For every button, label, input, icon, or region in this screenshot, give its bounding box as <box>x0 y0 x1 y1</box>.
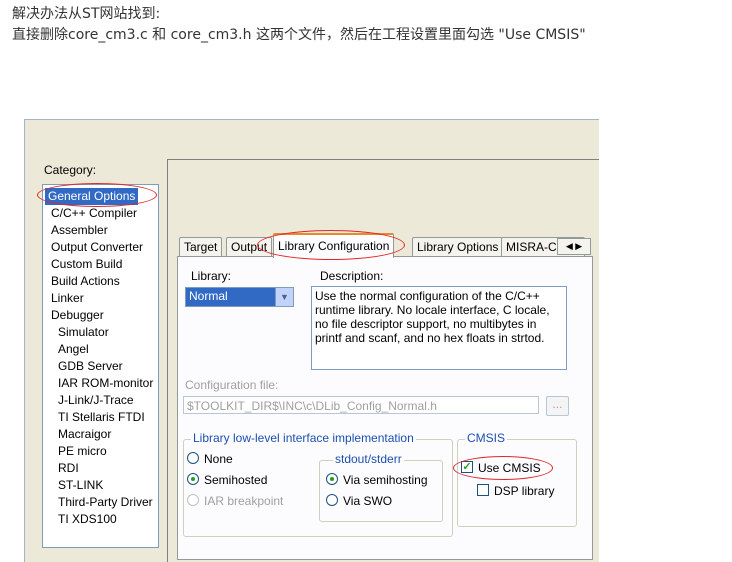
chevron-down-icon[interactable]: ▼ <box>275 288 293 306</box>
tab-strip: Target Output Library Configuration Libr… <box>179 233 589 258</box>
description-label: Description: <box>320 269 384 283</box>
category-item-debugger[interactable]: Debugger <box>51 307 104 324</box>
tab-library-options[interactable]: Library Options <box>412 237 504 257</box>
category-item-simulator[interactable]: Simulator <box>58 324 109 341</box>
category-item-output-converter[interactable]: Output Converter <box>51 239 143 256</box>
category-item-pe-micro[interactable]: PE micro <box>58 443 107 460</box>
library-select[interactable]: Normal ▼ <box>185 287 294 307</box>
config-file-label: Configuration file: <box>185 378 279 392</box>
radio-via-swo-button[interactable] <box>326 494 338 506</box>
intro-text: 解决办法从ST网站找到: 直接删除core_cm3.c 和 core_cm3.h… <box>12 4 586 46</box>
category-item-ti-stellaris-ftdi[interactable]: TI Stellaris FTDI <box>58 409 145 426</box>
radio-iar-breakpoint-button <box>187 494 199 506</box>
tab-target[interactable]: Target <box>179 237 223 257</box>
category-item-jlink-jtrace[interactable]: J-Link/J-Trace <box>58 392 134 409</box>
library-label: Library: <box>191 269 232 283</box>
radio-semihosted-button[interactable] <box>187 473 199 485</box>
category-item-linker[interactable]: Linker <box>51 290 84 307</box>
use-cmsis-check-icon[interactable]: ✓ <box>461 461 473 473</box>
stdout-group <box>319 460 443 522</box>
category-item-st-link[interactable]: ST-LINK <box>58 477 103 494</box>
category-item-ti-xds100[interactable]: TI XDS100 <box>58 511 117 528</box>
radio-via-swo-label: Via SWO <box>343 494 393 508</box>
category-item-custom-build[interactable]: Custom Build <box>51 256 122 273</box>
intro-line-1: 解决办法从ST网站找到: <box>12 6 161 22</box>
category-item-third-party-driver[interactable]: Third-Party Driver <box>58 494 153 511</box>
options-dialog-screenshot: Category: General Options C/C++ Compiler… <box>24 119 599 562</box>
cmsis-group-label: CMSIS <box>465 431 508 445</box>
lowlevel-group-label: Library low-level interface implementati… <box>191 431 416 445</box>
tab-output[interactable]: Output <box>226 237 273 257</box>
tab-scroll-arrows[interactable]: ◀ ▶ <box>557 238 591 255</box>
category-item-c-cpp-compiler[interactable]: C/C++ Compiler <box>51 205 137 222</box>
config-file-browse-button[interactable]: ... <box>546 396 569 416</box>
radio-none-button[interactable] <box>187 452 199 464</box>
category-item-angel[interactable]: Angel <box>58 341 89 358</box>
category-list[interactable]: General Options C/C++ Compiler Assembler… <box>42 184 159 548</box>
radio-none-label: None <box>204 452 233 466</box>
category-label: Category: <box>44 163 97 177</box>
description-box: Use the normal configuration of the C/C+… <box>311 286 567 370</box>
library-select-value: Normal <box>189 289 228 303</box>
dsp-library-label: DSP library <box>494 484 555 498</box>
category-item-rdi[interactable]: RDI <box>58 460 79 477</box>
config-file-input[interactable]: $TOOLKIT_DIR$\INC\c\DLib_Config_Normal.h <box>183 396 539 414</box>
dsp-library-check-box[interactable] <box>477 484 489 496</box>
radio-via-semihosting-label: Via semihosting <box>343 473 428 487</box>
radio-via-semihosting-button[interactable] <box>326 473 338 485</box>
category-item-build-actions[interactable]: Build Actions <box>51 273 120 290</box>
intro-line-2: 直接删除core_cm3.c 和 core_cm3.h 这两个文件，然后在工程设… <box>12 27 586 43</box>
category-item-macraigor[interactable]: Macraigor <box>58 426 111 443</box>
tab-library-configuration[interactable]: Library Configuration <box>273 233 395 258</box>
category-item-gdb-server[interactable]: GDB Server <box>58 358 123 375</box>
radio-semihosted-label: Semihosted <box>204 473 268 487</box>
use-cmsis-label: Use CMSIS <box>478 461 541 475</box>
category-item-iar-rom-monitor[interactable]: IAR ROM-monitor <box>58 375 153 392</box>
radio-iar-breakpoint-label: IAR breakpoint <box>204 494 284 508</box>
stdout-group-label: stdout/stderr <box>333 452 404 466</box>
category-item-general-options[interactable]: General Options <box>45 188 139 205</box>
category-item-assembler[interactable]: Assembler <box>51 222 108 239</box>
